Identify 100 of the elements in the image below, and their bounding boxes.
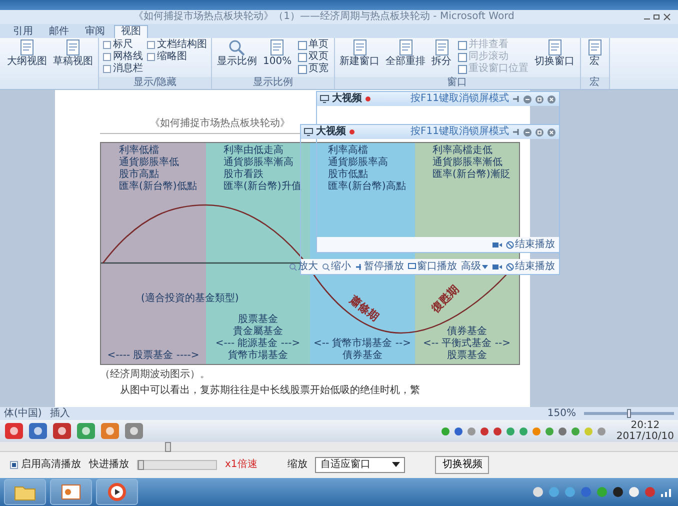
app-icon[interactable] [52,422,72,440]
taskbar-button[interactable] [4,479,46,505]
insert-mode[interactable]: 插入 [50,408,70,420]
fund-label: 股票基金 [446,350,488,362]
toolbar-button[interactable]: 暂停播放 [355,260,404,272]
figure-caption: （经济周期波动图示）。 [100,369,211,381]
ribbon-button[interactable]: 页宽 [296,63,330,75]
diagram-text: 股市低點 [328,169,369,180]
caret-icon [482,264,488,268]
ribbon-button[interactable]: 切换窗口 [534,39,576,68]
checkbox[interactable] [147,53,155,61]
scale-dropdown[interactable]: 自适应窗口 [315,457,406,473]
search-icon [322,262,330,270]
page-icon [64,39,82,56]
camera-icon[interactable] [492,262,502,270]
tray-icon[interactable] [628,486,640,498]
slider-thumb[interactable] [138,460,144,470]
tray-icon[interactable] [532,486,544,498]
checkbox-label[interactable]: 标尺 [113,39,133,51]
minimize-icon[interactable] [523,128,532,136]
pin-icon[interactable] [512,95,520,103]
checkbox[interactable] [10,461,18,469]
page-icon [18,39,36,56]
taskbar-button[interactable] [50,479,92,505]
signal-icon[interactable] [660,486,674,498]
group-label: 宏 [580,77,609,89]
ribbon-button[interactable]: 新建窗口 [338,39,381,68]
restore-icon[interactable] [535,94,544,104]
app-icon[interactable] [100,422,120,440]
ribbon-button[interactable]: 拆分 [430,39,453,68]
close-icon[interactable] [547,94,556,104]
ribbon-tab[interactable]: 引用 [6,25,40,38]
ribbon-tab[interactable]: 审阅 [78,25,112,38]
caret-icon [392,462,400,468]
toolbar-button[interactable]: 缩小 [322,260,351,272]
checkbox[interactable] [103,65,111,73]
checkbox-label[interactable]: 文档结构图 [157,39,207,51]
checkbox[interactable] [103,41,111,49]
ribbon-button[interactable]: 单页 [296,39,330,51]
progress-slider[interactable] [0,442,678,452]
toolbar-button[interactable]: 放大 [289,260,318,272]
record-icon [349,129,355,135]
app-icon[interactable] [4,422,24,440]
checkbox-label[interactable]: 缩略图 [157,51,187,63]
speed-slider[interactable] [137,460,217,470]
ribbon-button[interactable]: 大纲视图 [6,39,48,68]
checkbox-label[interactable]: 网格线 [113,51,143,63]
stop-icon [506,262,514,270]
restore-icon[interactable] [535,128,544,136]
checkbox[interactable] [103,53,111,61]
restore-icon[interactable] [652,13,662,21]
ribbon-button[interactable]: 双页 [296,51,330,63]
checkbox-label[interactable]: 启用高清播放 [21,459,81,471]
toolbar-button[interactable]: 结束播放 [506,238,555,250]
zoom-slider[interactable] [584,412,674,415]
magnifier-icon [228,39,246,56]
app-icon[interactable] [124,422,144,440]
speed-label: 快进播放 [89,459,129,471]
ribbon-button[interactable]: 草稿视图 [52,39,94,68]
video-window-title: 大视频 [332,93,362,105]
toolbar-button[interactable]: 高级 [461,260,488,272]
slider-thumb[interactable] [164,442,171,452]
slider-thumb[interactable] [627,409,631,418]
ribbon-button[interactable]: 宏 [584,39,605,68]
ribbon-button[interactable]: 100% [262,39,293,68]
ribbon-button[interactable]: 显示比例 [216,39,258,68]
fund-label: <-- 平衡式基金 --> [422,338,512,350]
camera-icon[interactable] [492,240,502,248]
app-icon[interactable] [28,422,48,440]
toolbar-button[interactable]: 结束播放 [506,260,555,272]
close-icon[interactable] [662,13,672,21]
play-icon [106,482,128,502]
fund-label: 貨幣市場基金 [226,350,289,362]
minimize-icon[interactable] [523,94,532,104]
language-status[interactable]: 体(中国) [4,408,42,420]
ribbon-button[interactable]: 全部重排 [384,39,427,68]
page-icon [546,39,564,56]
zoom-level[interactable]: 150% [547,408,576,420]
ribbon-tab[interactable]: 视图 [114,25,148,38]
tray-icon[interactable] [612,486,624,498]
diagram-text: 股市高點 [119,169,160,180]
diagram-text: 利率高檔 [328,145,369,156]
app-icon[interactable] [76,422,96,440]
toolbar-button[interactable]: 窗口播放 [408,260,457,272]
pin-icon[interactable] [512,128,520,136]
monitor-icon [320,95,329,103]
page-icon [586,39,604,56]
body-paragraph: 从图中可以看出，复苏期往往是中长线股票开始低吸的绝佳时机，繁 [119,385,421,397]
taskbar-button[interactable] [96,479,138,505]
close-icon[interactable] [547,128,556,136]
checkbox[interactable] [147,41,155,49]
scale-label: 缩放 [287,459,308,471]
diagram-note: (適合投資的基金類型) [141,293,239,305]
fund-label: 債券基金 [446,326,488,338]
stop-icon [506,240,514,248]
phase-label: 復甦期 [428,282,462,316]
ribbon-tab[interactable]: 邮件 [42,25,76,38]
switch-video-button[interactable]: 切换视频 [435,456,490,474]
phase-label: 蕭條期 [347,293,382,324]
checkbox-label[interactable]: 消息栏 [113,63,143,75]
